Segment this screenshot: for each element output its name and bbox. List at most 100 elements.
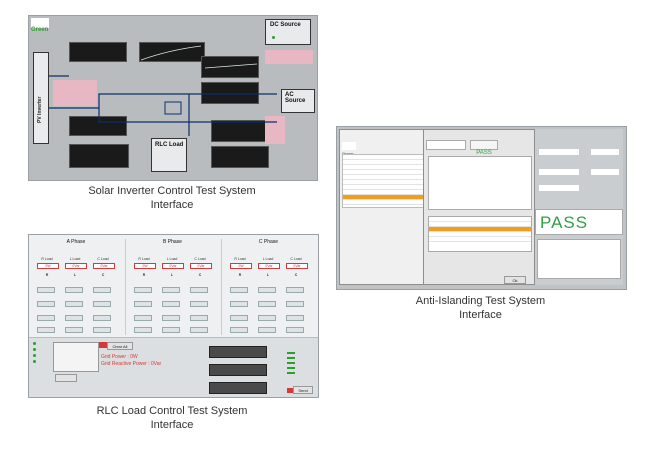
param-field-3[interactable]: [539, 185, 579, 191]
phase-c-r-stepper-2[interactable]: [230, 301, 248, 307]
phase-a-l-value: 0Var: [65, 263, 87, 269]
test-list-window: Green: [339, 129, 431, 285]
solar-inverter-screenshot: Green PV Inverter DC Source AC Source RL…: [28, 15, 318, 181]
phase-b-l-load-label: L Load: [166, 257, 178, 261]
ok-button[interactable]: Ok: [504, 276, 526, 284]
phase-a-l-load-label: L Load: [69, 257, 81, 261]
phase-a-r-value: 0W: [37, 263, 59, 269]
phase-c-panel: C Phase R Load L Load C Load 0W 0Var 0Va…: [221, 239, 315, 335]
solar-caption-line2: Interface: [150, 199, 194, 211]
phase-b-l-stepper-4[interactable]: [162, 327, 180, 333]
phase-a-r-load-label: R Load: [41, 257, 53, 261]
phase-a-c-col: C: [101, 273, 105, 277]
phase-a-c-load-label: C Load: [97, 257, 109, 261]
load-bank-row-1: [209, 346, 267, 358]
phase-c-c-col: C: [294, 273, 298, 277]
anti-islanding-screenshot: Green PASS Ok: [336, 126, 627, 290]
phase-c-l-stepper-4[interactable]: [258, 327, 276, 333]
phase-a-c-value: 0Var: [93, 263, 115, 269]
phase-a-l-stepper-4[interactable]: [65, 327, 83, 333]
phase-c-l-stepper-3[interactable]: [258, 315, 276, 321]
phase-a-c-stepper-3[interactable]: [93, 315, 111, 321]
phase-b-c-stepper-3[interactable]: [190, 315, 208, 321]
phase-b-c-stepper-2[interactable]: [190, 301, 208, 307]
phase-selector-list[interactable]: [53, 342, 99, 372]
phase-c-l-col: L: [266, 273, 270, 277]
solar-caption: Solar Inverter Control Test System Inter…: [28, 184, 316, 212]
phase-b-c-value: 0Var: [190, 263, 212, 269]
phase-b-r-load-label: R Load: [138, 257, 150, 261]
load-bank-grid: [209, 346, 267, 394]
anti-caption-line1: Anti-Islanding Test System: [415, 295, 546, 307]
result-dialog: PASS Ok: [423, 129, 535, 285]
right-settings-pane: PASS: [535, 129, 623, 285]
phase-b-c-stepper-1[interactable]: [190, 287, 208, 293]
list-item[interactable]: [343, 200, 427, 205]
phase-b-l-stepper-3[interactable]: [162, 315, 180, 321]
phase-c-c-stepper-4[interactable]: [286, 327, 304, 333]
phase-a-r-stepper-3[interactable]: [37, 315, 55, 321]
phase-a-c-stepper-1[interactable]: [93, 287, 111, 293]
phase-c-l-stepper-1[interactable]: [258, 287, 276, 293]
pass-indicator-large: PASS: [535, 209, 623, 235]
phase-c-c-stepper-3[interactable]: [286, 315, 304, 321]
phase-c-l-value: 0Var: [258, 263, 280, 269]
param-field-2[interactable]: [539, 169, 579, 175]
phase-b-r-value: 0W: [134, 263, 156, 269]
phase-a-l-stepper-1[interactable]: [65, 287, 83, 293]
phase-b-r-stepper-3[interactable]: [134, 315, 152, 321]
param-field-4[interactable]: [591, 149, 619, 155]
grid-control-strip: Clear All Grid Power : 0W Grid Reactive …: [29, 337, 318, 397]
clear-all-button[interactable]: Clear All: [107, 342, 133, 350]
phase-a-r-stepper-4[interactable]: [37, 327, 55, 333]
phase-c-l-load-label: L Load: [262, 257, 274, 261]
bus-wiring: [49, 45, 277, 136]
result-field: [426, 140, 466, 150]
grid-reactive-text: Grid Reactive Power : 0Var: [101, 361, 162, 367]
log-panel: [537, 239, 621, 279]
phase-c-title: C Phase: [258, 239, 279, 245]
phase-b-l-col: L: [170, 273, 174, 277]
rlc-caption-line2: Interface: [150, 419, 194, 431]
phase-a-r-stepper-1[interactable]: [37, 287, 55, 293]
send-button[interactable]: Send: [293, 386, 313, 394]
phase-b-l-stepper-1[interactable]: [162, 287, 180, 293]
phase-b-r-stepper-2[interactable]: [134, 301, 152, 307]
list-item[interactable]: [429, 237, 531, 242]
phase-b-r-stepper-4[interactable]: [134, 327, 152, 333]
test-step-list[interactable]: [342, 154, 428, 208]
phase-b-r-stepper-1[interactable]: [134, 287, 152, 293]
phase-a-r-stepper-2[interactable]: [37, 301, 55, 307]
grid-power-text: Grid Power : 0W: [101, 354, 138, 360]
phase-b-l-stepper-2[interactable]: [162, 301, 180, 307]
phase-c-r-stepper-1[interactable]: [230, 287, 248, 293]
phase-a-title: A Phase: [66, 239, 86, 245]
clear-all-icon[interactable]: [99, 342, 107, 348]
param-field-1[interactable]: [539, 149, 579, 155]
phase-a-c-stepper-4[interactable]: [93, 327, 111, 333]
clear-all-label: Clear All: [112, 344, 128, 349]
phase-c-r-stepper-3[interactable]: [230, 315, 248, 321]
phase-c-r-load-label: R Load: [234, 257, 246, 261]
phase-c-c-stepper-2[interactable]: [286, 301, 304, 307]
solar-caption-line1: Solar Inverter Control Test System: [88, 185, 256, 197]
phase-a-panel: A Phase R Load L Load C Load 0W 0Var 0Va…: [29, 239, 123, 335]
param-field-5[interactable]: [591, 169, 619, 175]
pass-text-large: PASS: [540, 213, 589, 232]
phase-c-l-stepper-2[interactable]: [258, 301, 276, 307]
phase-a-l-stepper-2[interactable]: [65, 301, 83, 307]
phase-c-r-stepper-4[interactable]: [230, 327, 248, 333]
load-bank-row-2: [209, 364, 267, 376]
phase-a-c-stepper-2[interactable]: [93, 301, 111, 307]
mode-button[interactable]: [55, 374, 77, 382]
pass-indicator-small: PASS: [470, 140, 498, 156]
phase-a-l-stepper-3[interactable]: [65, 315, 83, 321]
phase-b-c-stepper-4[interactable]: [190, 327, 208, 333]
phase-c-r-col: R: [238, 273, 242, 277]
phase-b-title: B Phase: [163, 239, 182, 245]
phase-c-c-stepper-1[interactable]: [286, 287, 304, 293]
phase-b-panel: B Phase R Load L Load C Load 0W 0Var 0Va…: [125, 239, 219, 335]
phase-b-c-col: C: [198, 273, 202, 277]
rlc-caption-line1: RLC Load Control Test System: [96, 405, 248, 417]
grid-readouts: Grid Power : 0W Grid Reactive Power : 0V…: [101, 354, 181, 368]
